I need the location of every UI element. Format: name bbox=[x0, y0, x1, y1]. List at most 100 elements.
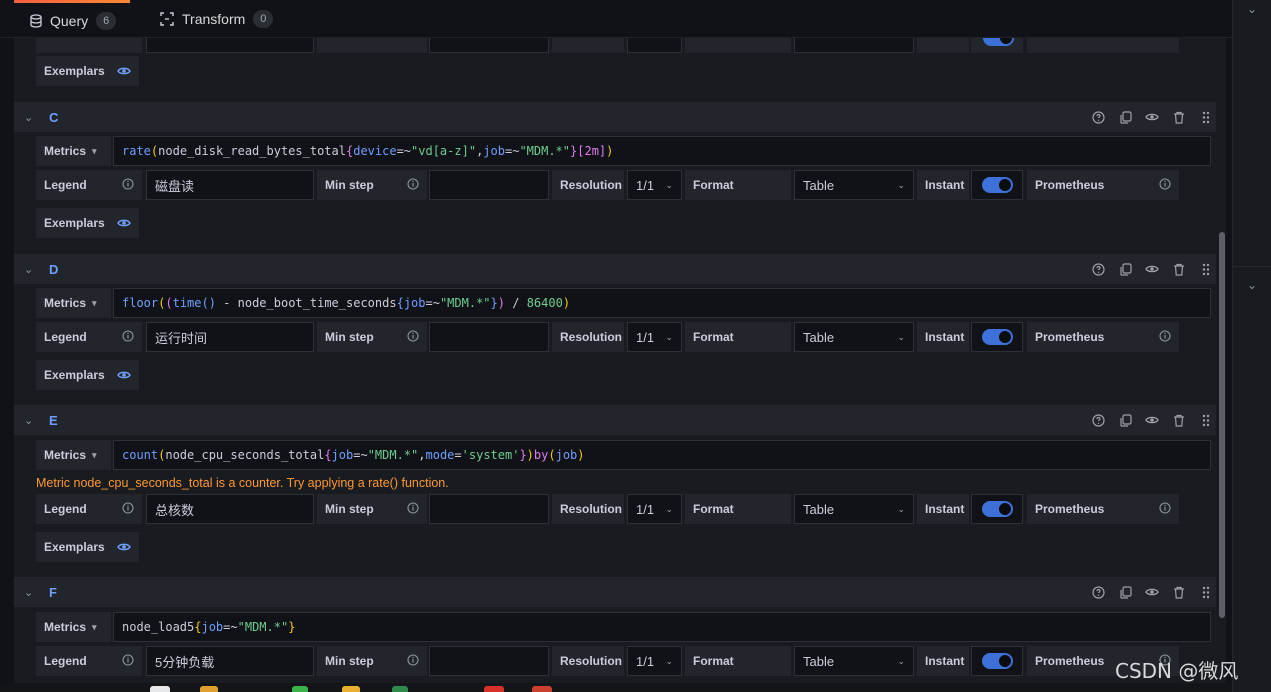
exemplars-toggle[interactable]: Exemplars bbox=[36, 532, 139, 562]
instant-toggle-cell[interactable] bbox=[971, 494, 1023, 524]
datasource-label: Prometheus bbox=[1027, 170, 1179, 200]
trash-icon[interactable] bbox=[1171, 261, 1187, 277]
tab-transform-label: Transform bbox=[182, 11, 246, 27]
resolution-select[interactable]: 1/1 ⌄ bbox=[627, 494, 682, 524]
resolution-label: Resolution bbox=[552, 322, 624, 352]
instant-toggle-cell[interactable] bbox=[971, 646, 1023, 676]
chevron-down-icon: ⌄ bbox=[897, 655, 905, 666]
tab-transform[interactable]: Transform 0 bbox=[160, 0, 280, 38]
format-select[interactable]: Table ⌄ bbox=[794, 170, 914, 200]
partial-field[interactable] bbox=[794, 38, 914, 53]
min-step-input[interactable] bbox=[429, 322, 549, 352]
legend-input[interactable]: 总核数 bbox=[146, 494, 314, 524]
taskbar-app-icon[interactable] bbox=[292, 686, 308, 692]
exemplars-toggle[interactable]: Exemplars bbox=[36, 208, 139, 238]
partial-field[interactable] bbox=[146, 38, 314, 53]
instant-toggle[interactable] bbox=[982, 653, 1013, 669]
duplicate-icon[interactable] bbox=[1117, 412, 1133, 428]
partial-field[interactable] bbox=[627, 38, 682, 53]
drag-handle-icon[interactable] bbox=[1198, 584, 1214, 600]
help-icon[interactable] bbox=[1090, 261, 1106, 277]
instant-toggle[interactable] bbox=[983, 38, 1014, 46]
taskbar-app-icon[interactable] bbox=[392, 686, 408, 692]
instant-toggle-cell[interactable] bbox=[971, 170, 1023, 200]
tab-query[interactable]: Query 6 bbox=[14, 0, 130, 38]
query-header-e[interactable]: ⌄ E bbox=[14, 405, 1226, 435]
format-select[interactable]: Table ⌄ bbox=[794, 646, 914, 676]
query-letter: E bbox=[49, 412, 58, 428]
min-step-input[interactable] bbox=[429, 170, 549, 200]
format-select[interactable]: Table ⌄ bbox=[794, 322, 914, 352]
partial-label bbox=[685, 38, 791, 53]
metrics-browser-button[interactable]: Metrics ▾ bbox=[36, 288, 111, 318]
drag-handle-icon[interactable] bbox=[1198, 412, 1214, 428]
chevron-down-icon[interactable]: ⌄ bbox=[1247, 278, 1257, 292]
help-icon[interactable] bbox=[1090, 109, 1106, 125]
help-icon[interactable] bbox=[1090, 412, 1106, 428]
legend-input[interactable]: 磁盘读 bbox=[146, 170, 314, 200]
duplicate-icon[interactable] bbox=[1117, 584, 1133, 600]
resolution-select[interactable]: 1/1 ⌄ bbox=[627, 170, 682, 200]
chevron-down-icon[interactable]: ⌄ bbox=[24, 586, 33, 599]
taskbar-app-icon[interactable] bbox=[150, 686, 170, 692]
query-header-f[interactable]: ⌄ F bbox=[14, 577, 1226, 607]
query-header-c[interactable]: ⌄ C bbox=[14, 102, 1226, 132]
exemplars-toggle[interactable]: Exemplars bbox=[36, 360, 139, 390]
info-icon bbox=[407, 178, 419, 190]
info-icon bbox=[407, 502, 419, 514]
drag-handle-icon[interactable] bbox=[1198, 261, 1214, 277]
exemplars-toggle[interactable]: Exemplars bbox=[36, 56, 139, 86]
chevron-down-icon[interactable]: ⌄ bbox=[24, 414, 33, 427]
query-header-d[interactable]: ⌄ D bbox=[14, 254, 1226, 284]
taskbar-app-icon[interactable] bbox=[532, 686, 552, 692]
metrics-browser-button[interactable]: Metrics ▾ bbox=[36, 136, 111, 166]
instant-toggle[interactable] bbox=[982, 329, 1013, 345]
partial-field[interactable] bbox=[429, 38, 549, 53]
trash-icon[interactable] bbox=[1171, 584, 1187, 600]
eye-icon[interactable] bbox=[1144, 261, 1160, 277]
side-strip: ⌄ ⌄ bbox=[1232, 0, 1271, 692]
taskbar-app-icon[interactable] bbox=[342, 686, 360, 692]
chevron-down-icon: ⌄ bbox=[665, 179, 673, 190]
query-expression-input[interactable]: rate(node_disk_read_bytes_total{device =~… bbox=[113, 136, 1211, 166]
query-expression-input[interactable]: count(node_cpu_seconds_total{job =~ "MDM.*… bbox=[113, 440, 1211, 470]
resolution-label: Resolution bbox=[552, 646, 624, 676]
eye-icon[interactable] bbox=[1144, 109, 1160, 125]
duplicate-icon[interactable] bbox=[1117, 109, 1133, 125]
instant-toggle[interactable] bbox=[982, 501, 1013, 517]
instant-toggle[interactable] bbox=[982, 177, 1013, 193]
query-editor-panel: Exemplars ⌄ C Metrics ▾ rate(node_disk_re… bbox=[14, 38, 1226, 692]
taskbar-app-icon[interactable] bbox=[200, 686, 218, 692]
format-select[interactable]: Table ⌄ bbox=[794, 494, 914, 524]
scrollbar-thumb[interactable] bbox=[1219, 232, 1225, 618]
chevron-down-icon: ⌄ bbox=[897, 179, 905, 190]
resolution-select[interactable]: 1/1 ⌄ bbox=[627, 322, 682, 352]
legend-input[interactable]: 运行时间 bbox=[146, 322, 314, 352]
trash-icon[interactable] bbox=[1171, 412, 1187, 428]
query-expression-input[interactable]: node_load5{job =~ "MDM.*"} bbox=[113, 612, 1211, 642]
eye-icon[interactable] bbox=[1144, 412, 1160, 428]
resolution-select[interactable]: 1/1 ⌄ bbox=[627, 646, 682, 676]
metrics-browser-button[interactable]: Metrics ▾ bbox=[36, 440, 111, 470]
chevron-down-icon[interactable]: ⌄ bbox=[1247, 2, 1257, 16]
instant-toggle-cell[interactable] bbox=[971, 322, 1023, 352]
drag-handle-icon[interactable] bbox=[1198, 109, 1214, 125]
min-step-input[interactable] bbox=[429, 646, 549, 676]
chevron-down-icon[interactable]: ⌄ bbox=[24, 111, 33, 124]
trash-icon[interactable] bbox=[1171, 109, 1187, 125]
legend-input[interactable]: 5分钟负载 bbox=[146, 646, 314, 676]
chevron-down-icon[interactable]: ⌄ bbox=[24, 263, 33, 276]
metrics-browser-button[interactable]: Metrics ▾ bbox=[36, 612, 111, 642]
info-icon bbox=[122, 178, 134, 190]
eye-icon[interactable] bbox=[1144, 584, 1160, 600]
min-step-label: Min step bbox=[317, 646, 427, 676]
partial-toggle-cell[interactable] bbox=[971, 38, 1023, 53]
query-expression-input[interactable]: floor((time() - node_boot_time_seconds{j… bbox=[113, 288, 1211, 318]
taskbar-app-icon[interactable] bbox=[484, 686, 504, 692]
duplicate-icon[interactable] bbox=[1117, 261, 1133, 277]
help-icon[interactable] bbox=[1090, 584, 1106, 600]
min-step-input[interactable] bbox=[429, 494, 549, 524]
format-label: Format bbox=[685, 646, 791, 676]
tab-query-count: 6 bbox=[96, 11, 117, 30]
info-icon bbox=[1159, 330, 1171, 342]
